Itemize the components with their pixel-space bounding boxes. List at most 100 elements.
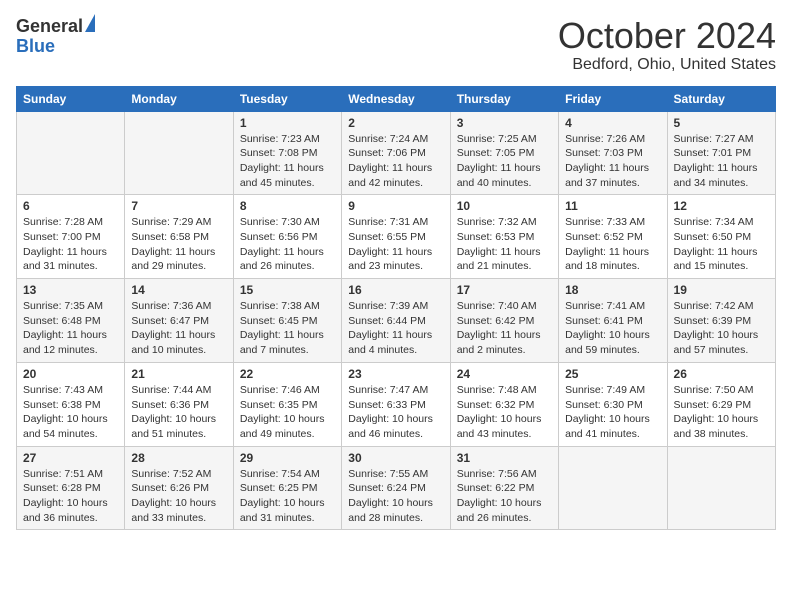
calendar-header: SundayMondayTuesdayWednesdayThursdayFrid… (17, 86, 776, 111)
calendar-cell: 21 Sunrise: 7:44 AMSunset: 6:36 PMDayligh… (125, 362, 233, 446)
day-info: Sunrise: 7:48 AMSunset: 6:32 PMDaylight:… (457, 383, 552, 442)
day-info: Sunrise: 7:28 AMSunset: 7:00 PMDaylight:… (23, 215, 118, 274)
day-number: 11 (565, 199, 660, 213)
day-info: Sunrise: 7:33 AMSunset: 6:52 PMDaylight:… (565, 215, 660, 274)
logo-triangle-icon (85, 14, 95, 32)
calendar-cell: 29 Sunrise: 7:54 AMSunset: 6:25 PMDayligh… (233, 446, 341, 530)
day-number: 31 (457, 451, 552, 465)
calendar-cell: 27 Sunrise: 7:51 AMSunset: 6:28 PMDayligh… (17, 446, 125, 530)
day-info: Sunrise: 7:29 AMSunset: 6:58 PMDaylight:… (131, 215, 226, 274)
day-info: Sunrise: 7:54 AMSunset: 6:25 PMDaylight:… (240, 467, 335, 526)
calendar-cell: 17 Sunrise: 7:40 AMSunset: 6:42 PMDayligh… (450, 279, 558, 363)
day-number: 21 (131, 367, 226, 381)
day-number: 13 (23, 283, 118, 297)
week-row-5: 27 Sunrise: 7:51 AMSunset: 6:28 PMDayligh… (17, 446, 776, 530)
day-info: Sunrise: 7:46 AMSunset: 6:35 PMDaylight:… (240, 383, 335, 442)
day-number: 17 (457, 283, 552, 297)
day-number: 23 (348, 367, 443, 381)
day-number: 29 (240, 451, 335, 465)
calendar-cell (17, 111, 125, 195)
calendar-cell: 28 Sunrise: 7:52 AMSunset: 6:26 PMDayligh… (125, 446, 233, 530)
day-info: Sunrise: 7:30 AMSunset: 6:56 PMDaylight:… (240, 215, 335, 274)
day-number: 7 (131, 199, 226, 213)
day-info: Sunrise: 7:52 AMSunset: 6:26 PMDaylight:… (131, 467, 226, 526)
day-info: Sunrise: 7:50 AMSunset: 6:29 PMDaylight:… (674, 383, 769, 442)
day-number: 16 (348, 283, 443, 297)
day-info: Sunrise: 7:41 AMSunset: 6:41 PMDaylight:… (565, 299, 660, 358)
calendar-cell: 1Sunrise: 7:23 AMSunset: 7:08 PMDaylight… (233, 111, 341, 195)
header-row: SundayMondayTuesdayWednesdayThursdayFrid… (17, 86, 776, 111)
calendar-cell: 31 Sunrise: 7:56 AMSunset: 6:22 PMDayligh… (450, 446, 558, 530)
day-info: Sunrise: 7:44 AMSunset: 6:36 PMDaylight:… (131, 383, 226, 442)
calendar-cell: 12 Sunrise: 7:34 AMSunset: 6:50 PMDayligh… (667, 195, 775, 279)
calendar-cell: 8 Sunrise: 7:30 AMSunset: 6:56 PMDaylight… (233, 195, 341, 279)
page-header: General Blue October 2024 Bedford, Ohio,… (16, 16, 776, 74)
calendar-cell (667, 446, 775, 530)
calendar-cell: 6Sunrise: 7:28 AMSunset: 7:00 PMDaylight… (17, 195, 125, 279)
header-day-thursday: Thursday (450, 86, 558, 111)
logo-general: General (16, 16, 95, 37)
day-number: 24 (457, 367, 552, 381)
calendar-cell: 25Sunrise: 7:49 AMSunset: 6:30 PMDayligh… (559, 362, 667, 446)
week-row-3: 13 Sunrise: 7:35 AMSunset: 6:48 PMDayligh… (17, 279, 776, 363)
calendar-cell: 30Sunrise: 7:55 AMSunset: 6:24 PMDayligh… (342, 446, 450, 530)
day-info: Sunrise: 7:56 AMSunset: 6:22 PMDaylight:… (457, 467, 552, 526)
day-number: 30 (348, 451, 443, 465)
calendar-cell: 10 Sunrise: 7:32 AMSunset: 6:53 PMDayligh… (450, 195, 558, 279)
calendar-cell: 3Sunrise: 7:25 AMSunset: 7:05 PMDaylight… (450, 111, 558, 195)
day-number: 27 (23, 451, 118, 465)
calendar-cell: 23 Sunrise: 7:47 AMSunset: 6:33 PMDayligh… (342, 362, 450, 446)
day-number: 1 (240, 116, 335, 130)
day-info: Sunrise: 7:32 AMSunset: 6:53 PMDaylight:… (457, 215, 552, 274)
day-info: Sunrise: 7:27 AMSunset: 7:01 PMDaylight:… (674, 132, 769, 191)
logo: General Blue (16, 16, 95, 57)
logo-blue: Blue (16, 37, 95, 57)
day-number: 14 (131, 283, 226, 297)
day-info: Sunrise: 7:42 AMSunset: 6:39 PMDaylight:… (674, 299, 769, 358)
day-info: Sunrise: 7:51 AMSunset: 6:28 PMDaylight:… (23, 467, 118, 526)
calendar-cell: 20 Sunrise: 7:43 AMSunset: 6:38 PMDayligh… (17, 362, 125, 446)
day-info: Sunrise: 7:38 AMSunset: 6:45 PMDaylight:… (240, 299, 335, 358)
header-day-wednesday: Wednesday (342, 86, 450, 111)
calendar-table: SundayMondayTuesdayWednesdayThursdayFrid… (16, 86, 776, 531)
calendar-cell: 14Sunrise: 7:36 AMSunset: 6:47 PMDayligh… (125, 279, 233, 363)
header-day-sunday: Sunday (17, 86, 125, 111)
calendar-cell: 24 Sunrise: 7:48 AMSunset: 6:32 PMDayligh… (450, 362, 558, 446)
day-info: Sunrise: 7:39 AMSunset: 6:44 PMDaylight:… (348, 299, 443, 358)
day-number: 10 (457, 199, 552, 213)
day-info: Sunrise: 7:34 AMSunset: 6:50 PMDaylight:… (674, 215, 769, 274)
calendar-cell: 5 Sunrise: 7:27 AMSunset: 7:01 PMDaylight… (667, 111, 775, 195)
day-number: 5 (674, 116, 769, 130)
day-info: Sunrise: 7:35 AMSunset: 6:48 PMDaylight:… (23, 299, 118, 358)
day-info: Sunrise: 7:43 AMSunset: 6:38 PMDaylight:… (23, 383, 118, 442)
day-number: 8 (240, 199, 335, 213)
day-info: Sunrise: 7:47 AMSunset: 6:33 PMDaylight:… (348, 383, 443, 442)
calendar-cell: 15 Sunrise: 7:38 AMSunset: 6:45 PMDayligh… (233, 279, 341, 363)
day-info: Sunrise: 7:26 AMSunset: 7:03 PMDaylight:… (565, 132, 660, 191)
header-day-monday: Monday (125, 86, 233, 111)
day-number: 26 (674, 367, 769, 381)
calendar-cell: 19 Sunrise: 7:42 AMSunset: 6:39 PMDayligh… (667, 279, 775, 363)
day-number: 12 (674, 199, 769, 213)
day-number: 28 (131, 451, 226, 465)
day-number: 22 (240, 367, 335, 381)
header-day-friday: Friday (559, 86, 667, 111)
location: Bedford, Ohio, United States (558, 56, 776, 74)
calendar-cell: 9Sunrise: 7:31 AMSunset: 6:55 PMDaylight… (342, 195, 450, 279)
day-number: 25 (565, 367, 660, 381)
day-number: 20 (23, 367, 118, 381)
calendar-cell: 18Sunrise: 7:41 AMSunset: 6:41 PMDayligh… (559, 279, 667, 363)
calendar-cell: 22 Sunrise: 7:46 AMSunset: 6:35 PMDayligh… (233, 362, 341, 446)
week-row-2: 6Sunrise: 7:28 AMSunset: 7:00 PMDaylight… (17, 195, 776, 279)
day-info: Sunrise: 7:25 AMSunset: 7:05 PMDaylight:… (457, 132, 552, 191)
day-number: 15 (240, 283, 335, 297)
calendar-cell: 7 Sunrise: 7:29 AMSunset: 6:58 PMDaylight… (125, 195, 233, 279)
day-number: 19 (674, 283, 769, 297)
header-day-saturday: Saturday (667, 86, 775, 111)
calendar-cell: 4Sunrise: 7:26 AMSunset: 7:03 PMDaylight… (559, 111, 667, 195)
title-block: October 2024 Bedford, Ohio, United State… (558, 16, 776, 74)
calendar-cell: 13 Sunrise: 7:35 AMSunset: 6:48 PMDayligh… (17, 279, 125, 363)
calendar-cell: 16 Sunrise: 7:39 AMSunset: 6:44 PMDayligh… (342, 279, 450, 363)
day-info: Sunrise: 7:40 AMSunset: 6:42 PMDaylight:… (457, 299, 552, 358)
week-row-1: 1Sunrise: 7:23 AMSunset: 7:08 PMDaylight… (17, 111, 776, 195)
